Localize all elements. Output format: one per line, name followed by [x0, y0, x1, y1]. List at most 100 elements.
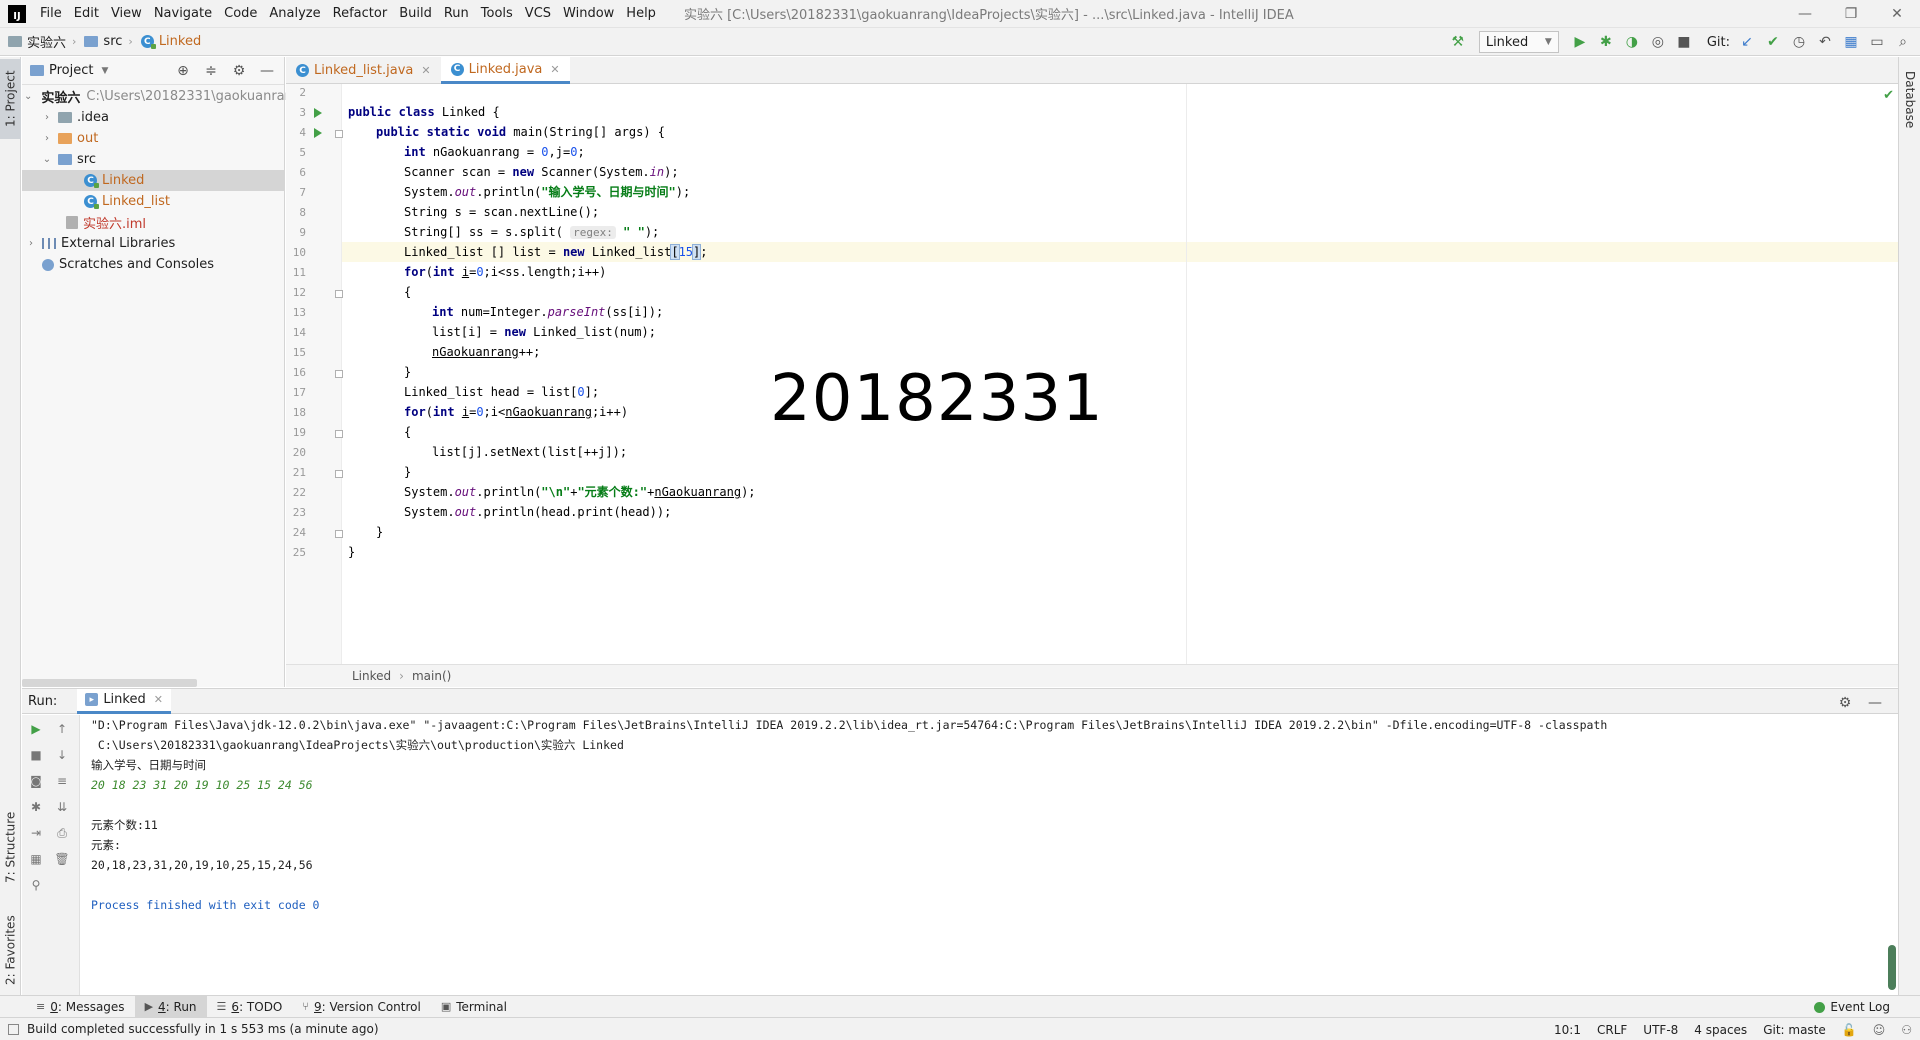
vertical-scrollbar[interactable] — [1888, 945, 1896, 990]
menu-run[interactable]: Run — [438, 0, 475, 28]
debug-icon[interactable]: ✱ — [1595, 31, 1617, 53]
editor-tab-linked[interactable]: C Linked.java ✕ — [440, 57, 570, 84]
exit-icon[interactable]: ⇥ — [28, 825, 44, 841]
tree-item-scratches[interactable]: Scratches and Consoles — [22, 254, 285, 275]
build-hammer-icon[interactable]: ⚒ — [1447, 31, 1469, 53]
project-view-select[interactable]: Project — [49, 63, 93, 78]
fold-icon[interactable] — [335, 290, 343, 298]
breadcrumb-class[interactable]: Linked — [352, 669, 391, 683]
coverage-icon[interactable]: ◑ — [1621, 31, 1643, 53]
close-icon[interactable]: ✕ — [1874, 0, 1920, 28]
chevron-down-icon[interactable]: ▼ — [101, 66, 108, 76]
close-icon[interactable]: ✕ — [550, 63, 559, 76]
menu-edit[interactable]: Edit — [68, 0, 105, 28]
hide-panel-icon[interactable]: — — [256, 60, 278, 82]
rerun-icon[interactable]: ▶ — [28, 721, 44, 737]
breadcrumb-class[interactable]: C Linked — [140, 34, 201, 49]
git-history-icon[interactable]: ◷ — [1788, 31, 1810, 53]
collapse-all-icon[interactable]: ≑ — [200, 60, 222, 82]
print-icon[interactable]: ⎙ — [54, 825, 70, 841]
close-icon[interactable]: ✕ — [421, 64, 430, 77]
tree-item-idea[interactable]: › .idea — [22, 107, 285, 128]
toggle-tool-windows-icon[interactable] — [8, 1023, 19, 1035]
tool-button-messages[interactable]: ≡ 0: Messages — [26, 996, 135, 1018]
tree-item-out[interactable]: › out — [22, 128, 285, 149]
code-editor[interactable]: 2 3 4 5 6 7 8 9 10 11 12 13 14 15 16 17 … — [286, 84, 1898, 664]
breadcrumb-src[interactable]: src › — [84, 34, 133, 49]
pin-icon[interactable]: ⚲ — [28, 877, 44, 893]
git-rollback-icon[interactable]: ↶ — [1814, 31, 1836, 53]
debug-settings-icon[interactable]: ✱ — [28, 799, 44, 815]
restore-icon[interactable]: ❐ — [1828, 0, 1874, 28]
caret-position[interactable]: 10:1 — [1554, 1023, 1581, 1037]
run-configuration-select[interactable]: Linked ▼ — [1478, 31, 1559, 53]
menu-help[interactable]: Help — [620, 0, 662, 28]
git-commit-icon[interactable]: ✔ — [1762, 31, 1784, 53]
tool-tab-project[interactable]: 1: Project — [0, 59, 21, 139]
tree-item-root[interactable]: ⌄ 实验六 C:\Users\20182331\gaokuanrang — [22, 86, 301, 107]
menu-window[interactable]: Window — [557, 0, 620, 28]
menu-navigate[interactable]: Navigate — [148, 0, 218, 28]
run-class-icon[interactable] — [314, 108, 322, 118]
notifications-icon[interactable]: ⚇ — [1901, 1023, 1912, 1037]
chevron-right-icon[interactable]: › — [40, 112, 54, 123]
menu-tools[interactable]: Tools — [475, 0, 519, 28]
presentation-icon[interactable]: ▭ — [1866, 31, 1888, 53]
editor-tab-linked-list[interactable]: C Linked_list.java ✕ — [286, 57, 441, 84]
breadcrumb-project[interactable]: 实验六 › — [8, 32, 76, 51]
soft-wrap-icon[interactable]: ≡ — [54, 773, 70, 789]
stop-icon[interactable]: ■ — [1673, 31, 1695, 53]
gear-icon[interactable]: ⚙ — [1834, 692, 1856, 714]
profile-icon[interactable]: ◎ — [1647, 31, 1669, 53]
chevron-down-icon[interactable]: ⌄ — [40, 154, 54, 165]
tree-item-linked-list[interactable]: C Linked_list — [22, 191, 285, 212]
fold-icon[interactable] — [335, 130, 343, 138]
git-update-icon[interactable]: ↙ — [1736, 31, 1758, 53]
close-icon[interactable]: ✕ — [154, 693, 163, 706]
menu-refactor[interactable]: Refactor — [327, 0, 394, 28]
menu-vcs[interactable]: VCS — [519, 0, 557, 28]
file-encoding[interactable]: UTF-8 — [1643, 1023, 1678, 1037]
tool-tab-structure[interactable]: 7: Structure — [0, 802, 21, 892]
breadcrumb-method[interactable]: main() — [412, 669, 451, 683]
git-branch[interactable]: Git: maste — [1763, 1023, 1826, 1037]
menu-code[interactable]: Code — [218, 0, 263, 28]
layout-icon[interactable]: ▦ — [28, 851, 44, 867]
tree-item-linked[interactable]: C Linked — [22, 170, 285, 191]
menu-analyze[interactable]: Analyze — [263, 0, 326, 28]
trash-icon[interactable]: 🗑 — [54, 851, 70, 867]
tool-button-terminal[interactable]: ▣ Terminal — [431, 996, 517, 1018]
down-icon[interactable]: ↓ — [54, 747, 70, 763]
project-structure-icon[interactable]: ▦ — [1840, 31, 1862, 53]
status-message[interactable]: Build completed successfully in 1 s 553 … — [8, 1022, 379, 1036]
tool-button-run[interactable]: ▶ 4: Run — [134, 995, 207, 1018]
run-icon[interactable]: ▶ — [1569, 31, 1591, 53]
tool-button-todo[interactable]: ☰ 6: TODO — [207, 996, 293, 1018]
chevron-right-icon[interactable]: › — [40, 133, 54, 144]
tool-tab-database[interactable]: Database — [1899, 65, 1920, 135]
fold-icon[interactable] — [335, 530, 343, 538]
tree-item-iml[interactable]: 实验六.iml — [22, 212, 285, 233]
line-separator[interactable]: CRLF — [1597, 1023, 1627, 1037]
stop-icon[interactable]: ■ — [28, 747, 44, 763]
up-icon[interactable]: ↑ — [54, 721, 70, 737]
chevron-down-icon[interactable]: ⌄ — [24, 91, 32, 102]
hector-icon[interactable]: ☺ — [1873, 1023, 1886, 1037]
search-icon[interactable]: ⌕ — [1892, 31, 1914, 53]
menu-file[interactable]: File — [34, 0, 68, 28]
tree-item-external-libraries[interactable]: › External Libraries — [22, 233, 285, 254]
run-main-icon[interactable] — [314, 128, 322, 138]
camera-icon[interactable]: ◙ — [28, 773, 44, 789]
fold-icon[interactable] — [335, 430, 343, 438]
tool-tab-favorites[interactable]: 2: Favorites — [0, 905, 21, 995]
horizontal-scrollbar[interactable] — [22, 679, 197, 687]
tree-item-src[interactable]: ⌄ src — [22, 149, 285, 170]
inspection-ok-icon[interactable]: ✔ — [1883, 88, 1894, 103]
locate-file-icon[interactable]: ⊕ — [172, 60, 194, 82]
menu-build[interactable]: Build — [393, 0, 438, 28]
hide-panel-icon[interactable]: — — [1864, 692, 1886, 714]
tool-button-version-control[interactable]: ⑂ 9: Version Control — [292, 996, 430, 1018]
gear-icon[interactable]: ⚙ — [228, 60, 250, 82]
lock-icon[interactable]: 🔓 — [1842, 1023, 1857, 1037]
event-log-button[interactable]: Event Log — [1814, 996, 1890, 1018]
